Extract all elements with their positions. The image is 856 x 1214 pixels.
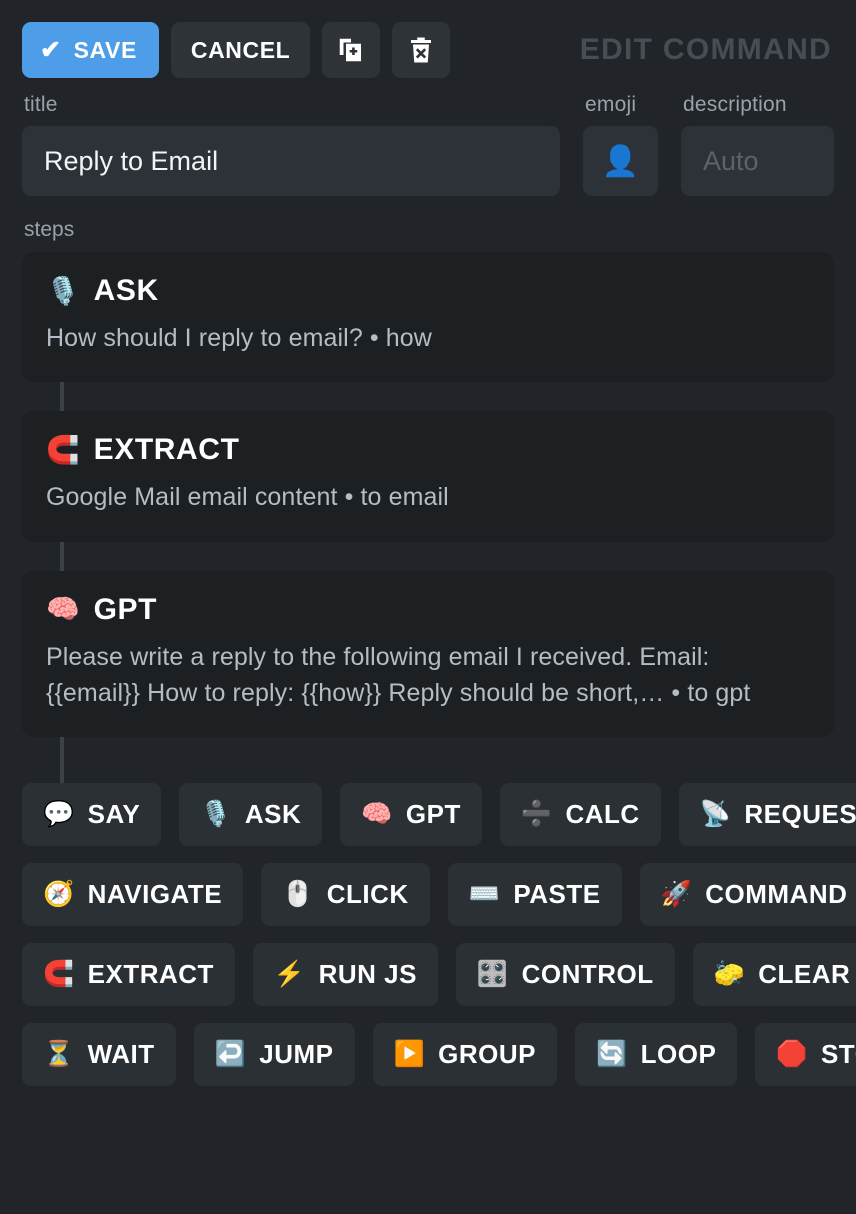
edit-command-screen: ✔ SAVE CANCEL EDIT COMMAND title Reply t… [0,0,856,1214]
save-button[interactable]: ✔ SAVE [22,22,159,78]
brain-icon: 🧠 [46,594,80,624]
loop-arrows-icon: 🔄 [596,1040,628,1068]
steps-section-label: steps [24,218,75,241]
palette-chip-label: NAVIGATE [87,879,223,909]
palette-chip-label: ASK [244,799,302,829]
stop-sign-icon: 🛑 [776,1040,808,1068]
palette-chip-stop[interactable]: 🛑 STOP [755,1023,856,1086]
palette-chip-say[interactable]: 💬 SAY [22,783,162,846]
palette-chip-label: REQUEST [744,799,856,829]
palette-chip-label: JUMP [259,1039,334,1069]
hourglass-icon: ⏳ [43,1040,75,1068]
description-field-group: description [681,93,834,196]
palette-chip-label: GROUP [438,1039,537,1069]
description-field-label: description [683,93,787,116]
palette-chip-group[interactable]: ▶️ GROUP [372,1023,558,1086]
duplicate-icon [336,35,366,65]
palette-chip-label: STOP [820,1039,856,1069]
step-description: Google Mail email content • to email [46,483,449,512]
palette-chip-label: GPT [405,799,461,829]
magnet-icon: 🧲 [43,960,75,988]
step-description: How should I reply to email? • how [46,324,432,352]
palette-chip-label: WAIT [87,1039,155,1069]
title-field-group: title [22,93,560,196]
palette-chip-click[interactable]: 🖱️ CLICK [261,863,430,926]
arrow-hook-left-icon: ↩️ [214,1040,247,1068]
title-field-label: title [24,93,58,116]
palette-row: 💬 SAY 🎙️ ASK 🧠 GPT ➗ CALC 📡 REQUEST [22,783,856,846]
fields-row: title emoji 👤 description [22,93,834,196]
palette-chip-control[interactable]: 🎛️ CONTROL [455,943,675,1006]
palette-chip-label: CLICK [326,879,409,909]
palette-chip-label: LOOP [640,1039,717,1069]
palette-chip-ask[interactable]: 🎙️ ASK [179,783,323,846]
palette-chip-label: CALC [565,799,640,829]
palette-chip-label: EXTRACT [87,959,214,989]
compass-icon: 🧭 [43,880,75,908]
divide-icon: ➗ [520,800,553,828]
palette-chip-navigate[interactable]: 🧭 NAVIGATE [22,863,244,926]
brain-icon: 🧠 [361,800,393,828]
palette-chip-request[interactable]: 📡 REQUEST [678,783,856,846]
duplicate-button[interactable] [322,22,381,78]
palette-chip-run-js[interactable]: ⚡ RUN JS [252,943,438,1006]
emoji-field-group: emoji 👤 [583,93,658,196]
palette-row: 🧭 NAVIGATE 🖱️ CLICK ⌨️ PASTE 🚀 COMMAND [22,863,856,926]
page-title: EDIT COMMAND [579,33,832,66]
palette-row: 🧲 EXTRACT ⚡ RUN JS 🎛️ CONTROL 🧽 CLEAR [22,943,856,1006]
lightning-bolt-icon: ⚡ [273,960,306,988]
rocket-icon: 🚀 [660,880,693,908]
palette-chip-gpt[interactable]: 🧠 GPT [340,783,482,846]
palette-chip-calc[interactable]: ➗ CALC [499,783,661,846]
keyboard-icon: ⌨️ [468,880,501,908]
play-button-icon: ▶️ [393,1040,426,1068]
bust-in-silhouette-icon: 👤 [601,144,640,178]
microphone-icon: 🎙️ [46,275,80,306]
trash-delete-icon [406,35,436,65]
magnet-icon: 🧲 [46,434,80,465]
delete-button[interactable] [392,22,451,78]
palette-chip-paste[interactable]: ⌨️ PASTE [447,863,622,926]
check-icon: ✔ [40,35,62,64]
speech-balloon-icon: 💬 [43,800,75,828]
palette-row: ⏳ WAIT ↩️ JUMP ▶️ GROUP 🔄 LOOP 🛑 STOP [22,1023,856,1086]
control-knobs-icon: 🎛️ [476,960,509,988]
step-header: 🧲 EXTRACT [46,433,810,467]
steps-list: 🎙️ ASK How should I reply to email? • ho… [22,252,834,783]
satellite-antenna-icon: 📡 [699,800,732,828]
cancel-button[interactable]: CANCEL [170,22,311,78]
palette-chip-extract[interactable]: 🧲 EXTRACT [22,943,235,1006]
step-name: GPT [93,592,158,626]
title-input[interactable] [22,126,560,196]
palette-chip-label: CONTROL [521,959,654,989]
step-card[interactable]: 🧠 GPT Please write a reply to the follow… [22,570,834,783]
palette-chip-command[interactable]: 🚀 COMMAND [639,863,856,926]
toolbar: ✔ SAVE CANCEL EDIT COMMAND [22,0,834,78]
step-type-palette: 💬 SAY 🎙️ ASK 🧠 GPT ➗ CALC 📡 REQUEST [22,783,856,1086]
step-header: 🧠 GPT [46,593,810,627]
palette-chip-clear[interactable]: 🧽 CLEAR [692,943,856,1006]
palette-chip-label: RUN JS [318,959,417,989]
palette-chip-jump[interactable]: ↩️ JUMP [193,1023,355,1086]
step-header: 🎙️ ASK [46,274,810,308]
step-card[interactable]: 🎙️ ASK How should I reply to email? • ho… [22,252,834,412]
save-button-label: SAVE [73,36,137,63]
palette-chip-label: COMMAND [705,879,848,909]
palette-chip-label: SAY [87,799,141,829]
step-name: ASK [93,274,159,307]
computer-mouse-icon: 🖱️ [282,880,314,908]
emoji-field-label: emoji [585,93,637,116]
step-card[interactable]: 🧲 EXTRACT Google Mail email content • to… [22,411,834,571]
palette-chip-wait[interactable]: ⏳ WAIT [22,1023,176,1086]
step-name: EXTRACT [93,433,240,467]
emoji-picker-button[interactable]: 👤 [583,126,658,196]
step-description: Please write a reply to the following em… [46,642,751,707]
palette-chip-label: PASTE [513,879,601,909]
description-input[interactable] [681,126,834,196]
sponge-icon: 🧽 [713,960,746,988]
microphone-icon: 🎙️ [200,800,232,828]
palette-chip-label: CLEAR [758,959,851,989]
palette-chip-loop[interactable]: 🔄 LOOP [575,1023,738,1086]
